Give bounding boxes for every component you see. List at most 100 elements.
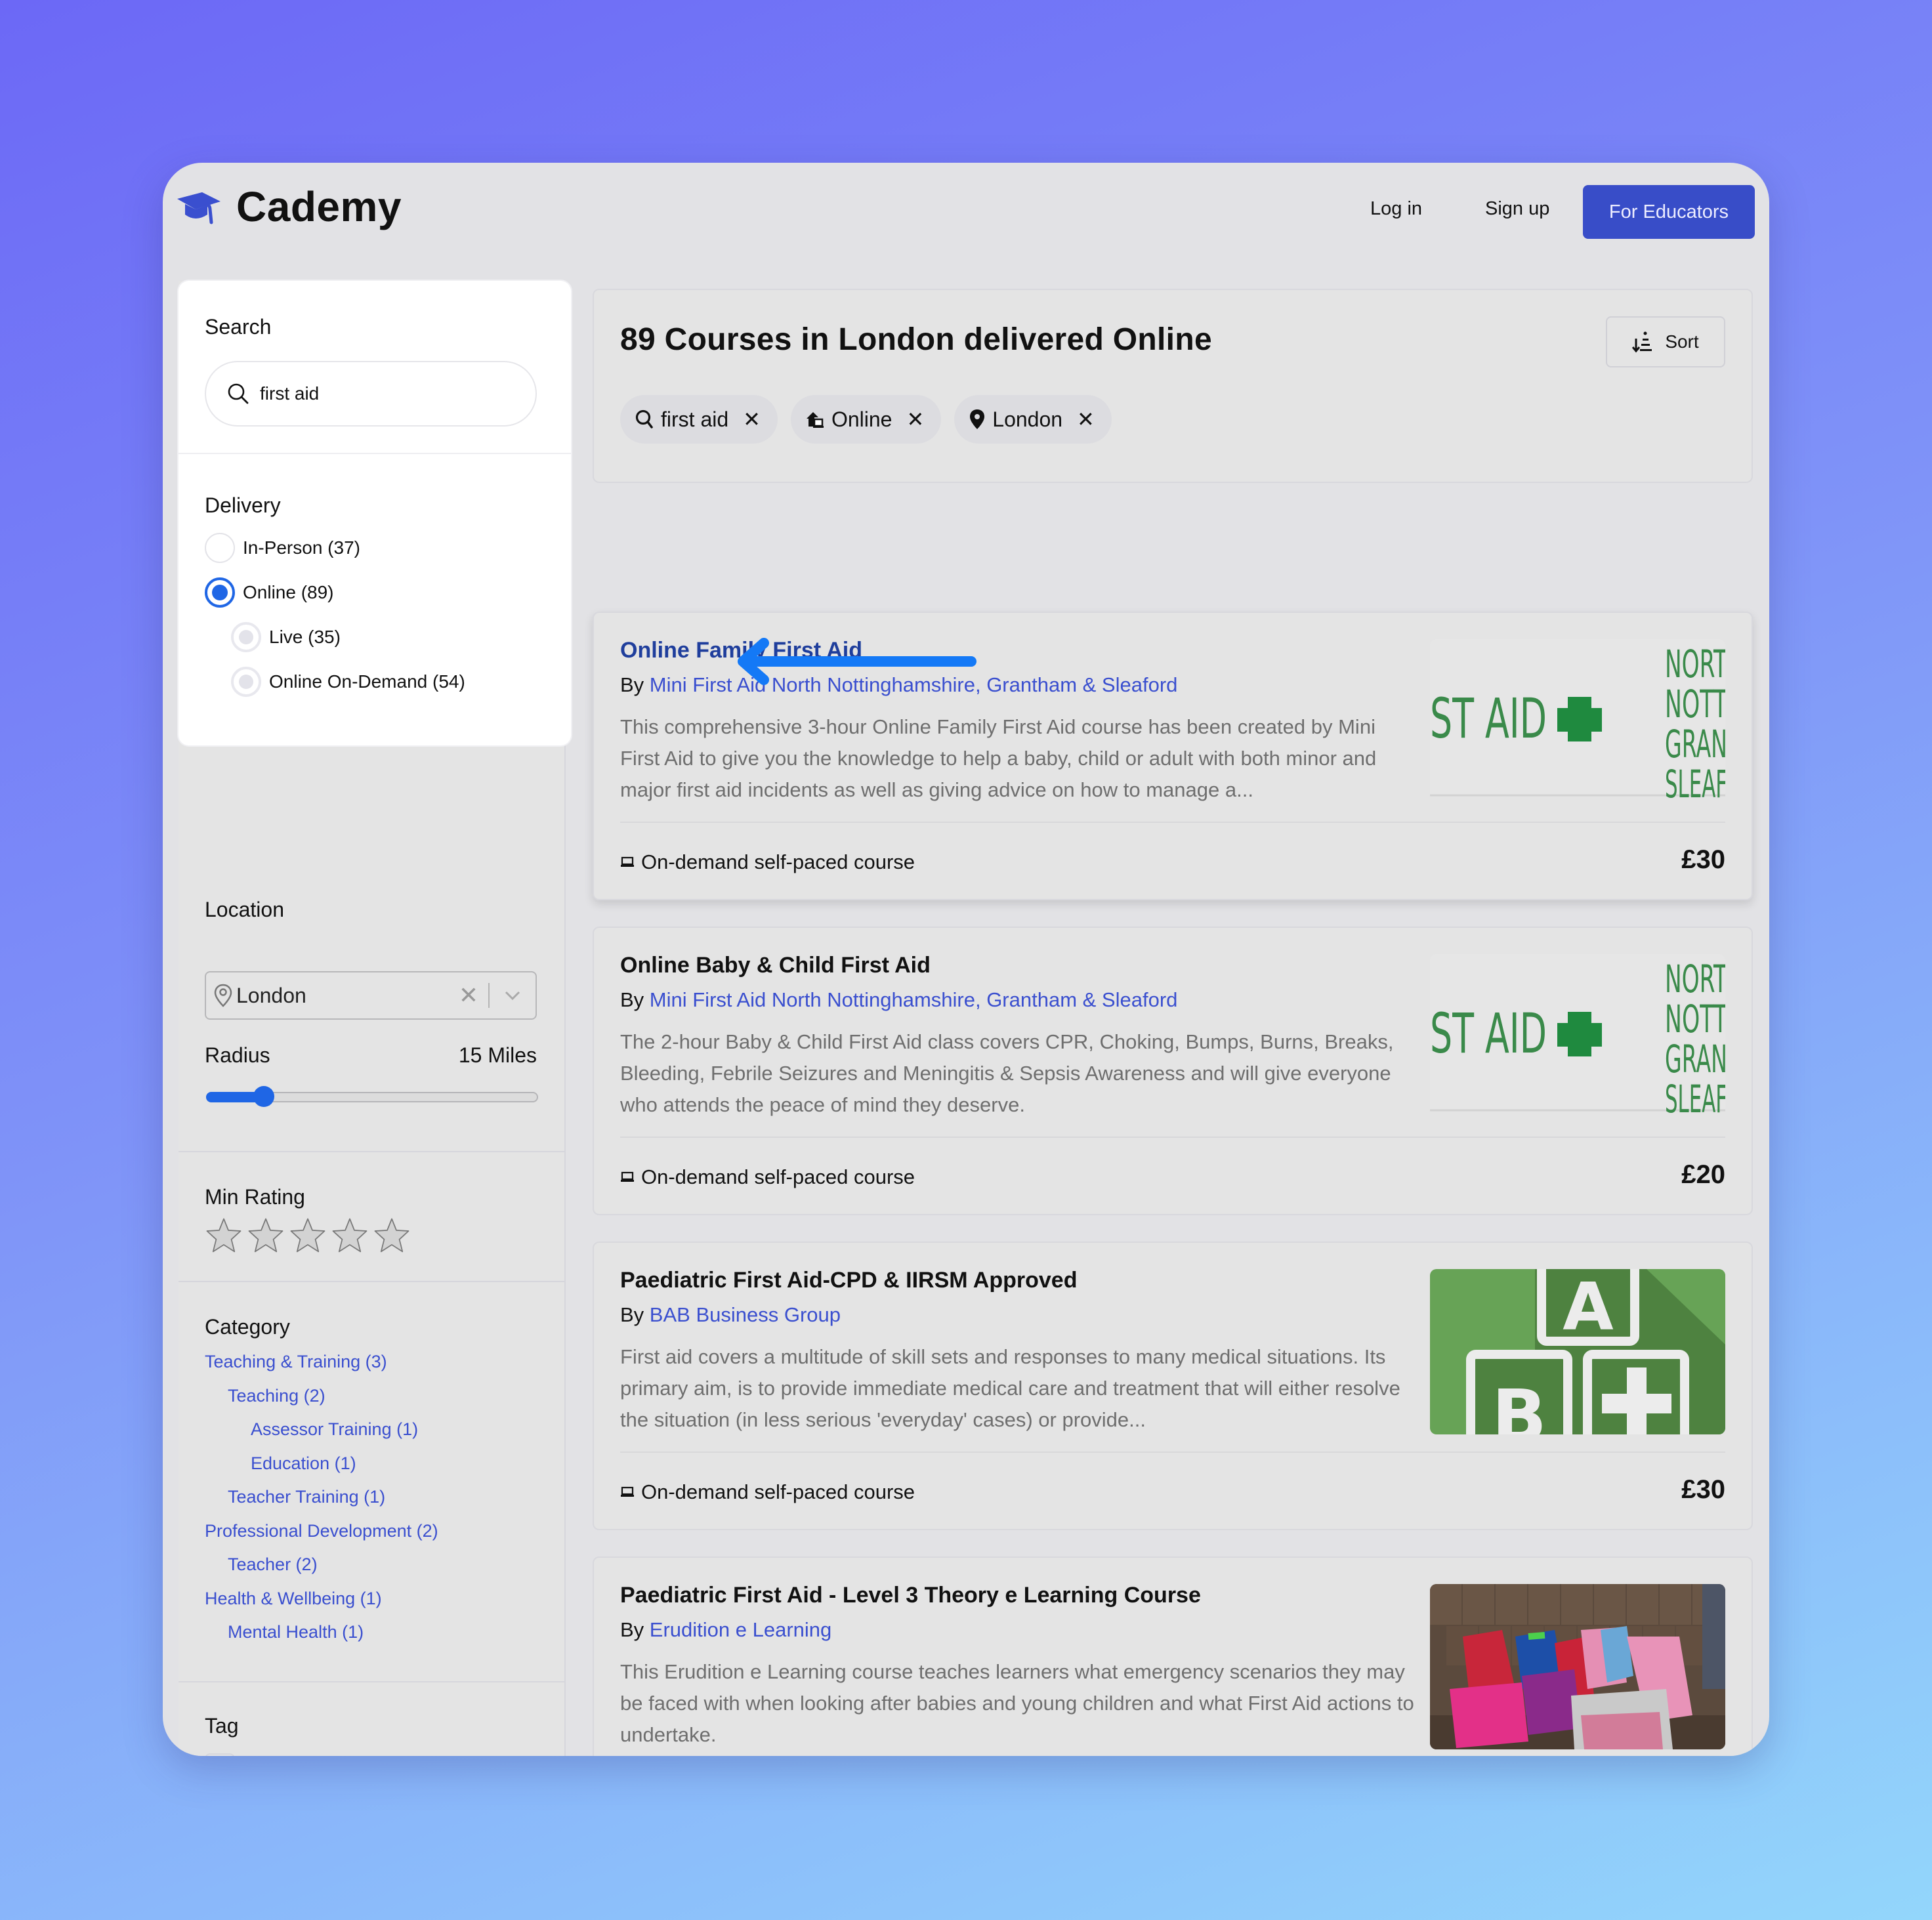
- location-select[interactable]: London ✕: [205, 971, 537, 1020]
- laptop-icon: [620, 856, 635, 868]
- by-prefix: By: [620, 1618, 650, 1641]
- category-link[interactable]: Professional Development (2): [205, 1514, 438, 1549]
- laptop-icon: [620, 1486, 635, 1498]
- by-prefix: By: [620, 1303, 650, 1326]
- course-format: On-demand self-paced course: [620, 850, 915, 874]
- star-icon[interactable]: [289, 1217, 327, 1255]
- svg-text:SLEAF: SLEAF: [1665, 1077, 1725, 1119]
- course-image[interactable]: ST AID NORT NOTT GRAN SLEAF: [1430, 954, 1725, 1119]
- category-link[interactable]: Teacher (2): [205, 1548, 438, 1582]
- for-educators-button[interactable]: For Educators: [1583, 185, 1755, 239]
- radio-button[interactable]: [205, 533, 235, 563]
- tag-option[interactable]: Accredited Mental Health First Aid (1): [205, 1753, 546, 1756]
- annotation-arrow-icon: [738, 638, 976, 685]
- card-divider: [620, 1451, 1725, 1453]
- star-icon[interactable]: [205, 1217, 243, 1255]
- sort-label: Sort: [1665, 331, 1699, 352]
- divider: [178, 1281, 564, 1282]
- sort-button[interactable]: Sort: [1606, 316, 1725, 367]
- category-list: Teaching & Training (3) Teaching (2) Asses…: [205, 1345, 438, 1650]
- radio-button[interactable]: [205, 577, 235, 608]
- login-link[interactable]: Log in: [1370, 198, 1422, 220]
- course-price: £20: [1681, 1160, 1725, 1189]
- divider: [178, 453, 571, 454]
- course-title-link[interactable]: Paediatric First Aid-CPD & IIRSM Approve…: [620, 1268, 1077, 1293]
- svg-text:GRAN: GRAN: [1665, 1037, 1725, 1081]
- sort-icon: [1632, 331, 1652, 353]
- filter-chip: first aid ✕: [620, 395, 778, 444]
- delivery-title: Delivery: [205, 493, 281, 517]
- graduation-cap-icon: [177, 192, 220, 224]
- logo[interactable]: Cademy: [176, 182, 402, 231]
- svg-text:NOTT: NOTT: [1665, 682, 1725, 726]
- svg-text:SLEAF: SLEAF: [1665, 762, 1725, 804]
- tag-title: Tag: [205, 1714, 239, 1738]
- clear-location-icon[interactable]: ✕: [449, 982, 488, 1009]
- course-card[interactable]: Paediatric First Aid-CPD & IIRSM Approve…: [593, 1242, 1753, 1530]
- browser-window: Cademy Log in Sign up For Educators Loca…: [163, 163, 1769, 1756]
- min-rating-stars[interactable]: [205, 1217, 411, 1255]
- delivery-option[interactable]: In-Person (37): [205, 533, 360, 563]
- signup-link[interactable]: Sign up: [1485, 198, 1549, 220]
- delivery-option[interactable]: Live (35): [231, 622, 341, 652]
- course-provider: By Mini First Aid North Nottinghamshire,…: [620, 988, 1177, 1012]
- search-icon: [635, 409, 654, 430]
- category-link[interactable]: Teacher Training (1): [205, 1480, 438, 1514]
- course-image[interactable]: AB: [1430, 1269, 1725, 1434]
- radio-button[interactable]: [231, 667, 261, 697]
- course-title-link[interactable]: Paediatric First Aid - Level 3 Theory e …: [620, 1583, 1201, 1608]
- radius-slider-thumb[interactable]: [253, 1086, 275, 1107]
- search-input[interactable]: [260, 383, 509, 404]
- radius-row: Radius 15 Miles: [205, 1043, 537, 1068]
- category-link[interactable]: Teaching (2): [205, 1379, 438, 1413]
- online-delivery-icon: [805, 409, 825, 429]
- category-link[interactable]: Health & Wellbeing (1): [205, 1582, 438, 1616]
- filter-chip-label: first aid: [661, 407, 729, 431]
- location-value: London: [236, 983, 306, 1007]
- delivery-option-label: In-Person (37): [243, 537, 360, 558]
- laptop-icon: [620, 1171, 635, 1183]
- by-prefix: By: [620, 988, 650, 1011]
- tag-list: Accredited Mental Health First Aid (1)Bu…: [205, 1753, 546, 1756]
- remove-filter-icon[interactable]: ✕: [906, 407, 924, 432]
- svg-text:NOTT: NOTT: [1665, 997, 1725, 1041]
- search-input-wrapper[interactable]: [205, 361, 537, 427]
- star-icon[interactable]: [373, 1217, 411, 1255]
- course-provider: By BAB Business Group: [620, 1303, 841, 1327]
- tag-checkbox[interactable]: [205, 1753, 235, 1756]
- radius-slider[interactable]: [206, 1086, 538, 1107]
- delivery-option[interactable]: Online On-Demand (54): [231, 667, 465, 697]
- svg-text:NORT: NORT: [1665, 642, 1725, 686]
- category-link[interactable]: Teaching & Training (3): [205, 1345, 438, 1379]
- tag-label: Accredited Mental Health First Aid (1): [249, 1753, 543, 1756]
- star-icon[interactable]: [331, 1217, 369, 1255]
- card-divider: [620, 822, 1725, 823]
- course-title-link[interactable]: Online Baby & Child First Aid: [620, 953, 931, 978]
- svg-text:NORT: NORT: [1665, 957, 1725, 1001]
- remove-filter-icon[interactable]: ✕: [1077, 407, 1095, 432]
- category-link[interactable]: Assessor Training (1): [205, 1413, 438, 1447]
- results-header: 89 Courses in London delivered Online So…: [593, 289, 1753, 483]
- chevron-down-icon[interactable]: [490, 990, 536, 1001]
- course-image[interactable]: [1430, 1584, 1725, 1749]
- map-pin-icon: [214, 984, 232, 1007]
- svg-text:GRAN: GRAN: [1665, 722, 1725, 766]
- remove-filter-icon[interactable]: ✕: [743, 407, 761, 432]
- category-link[interactable]: Mental Health (1): [205, 1616, 438, 1650]
- course-card[interactable]: Online Baby & Child First Aid By Mini Fir…: [593, 927, 1753, 1215]
- delivery-option-label: Live (35): [269, 627, 341, 647]
- delivery-option[interactable]: Online (89): [205, 577, 334, 608]
- divider: [178, 1681, 564, 1682]
- course-card[interactable]: Paediatric First Aid - Level 3 Theory e …: [593, 1556, 1753, 1756]
- provider-link[interactable]: Mini First Aid North Nottinghamshire, Gr…: [650, 988, 1178, 1011]
- course-image[interactable]: ST AID NORT NOTT GRAN SLEAF: [1430, 639, 1725, 804]
- provider-link[interactable]: Erudition e Learning: [650, 1618, 831, 1641]
- course-description: The 2-hour Baby & Child First Aid class …: [620, 1030, 1394, 1116]
- category-link[interactable]: Education (1): [205, 1447, 438, 1481]
- radio-button[interactable]: [231, 622, 261, 652]
- provider-link[interactable]: BAB Business Group: [650, 1303, 841, 1326]
- site-header: Cademy Log in Sign up For Educators: [163, 163, 1769, 261]
- course-description: First aid covers a multitude of skill se…: [620, 1345, 1400, 1431]
- search-icon: [228, 383, 249, 404]
- star-icon[interactable]: [247, 1217, 285, 1255]
